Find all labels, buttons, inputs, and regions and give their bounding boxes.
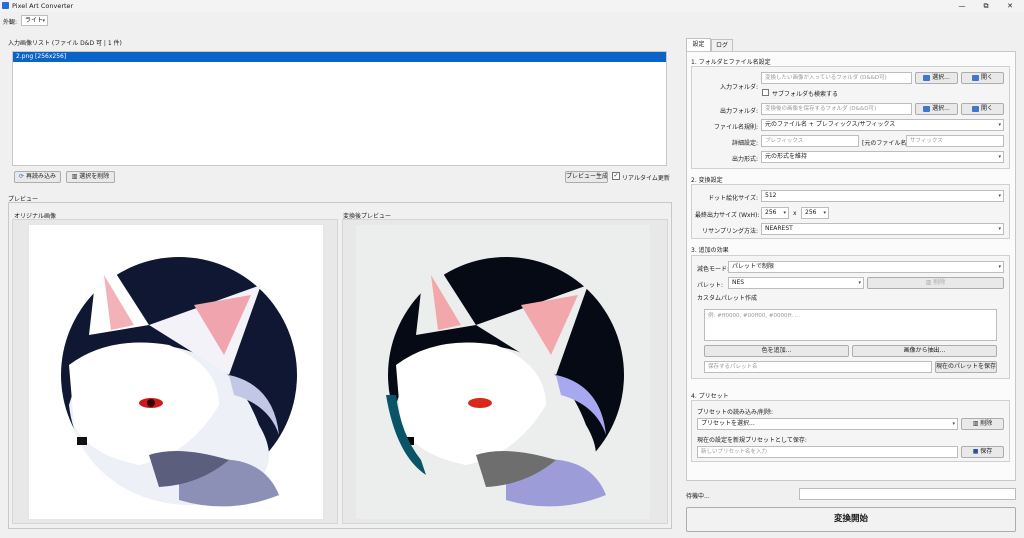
suffix-input[interactable]: サフィックス — [906, 135, 1004, 147]
preset-save-button[interactable]: ■ 保存 — [961, 446, 1004, 458]
dot-size-label: ドット絵化サイズ: — [708, 195, 758, 202]
status-text: 待機中... — [686, 493, 710, 500]
input-list[interactable]: 2.png [256x256] — [12, 51, 667, 166]
resample-label: リサンプリング方法: — [702, 228, 758, 235]
folder-icon — [923, 74, 931, 81]
preset-name-input[interactable]: 新しいプリセット名を入力 — [697, 446, 958, 458]
output-select-button[interactable]: 選択... — [915, 103, 958, 115]
subfolder-label: サブフォルダも検索する — [772, 91, 839, 98]
final-size-label: 最終出力サイズ (WxH): — [695, 212, 760, 219]
format-label: 出力形式: — [731, 156, 758, 163]
realtime-checkbox[interactable]: ✓ — [612, 172, 620, 180]
palette-select[interactable]: NES ▾ — [728, 277, 864, 289]
folder-icon — [923, 105, 931, 112]
presets-section-title: 4. プリセット — [691, 393, 729, 400]
preset-delete-button[interactable]: ▥ 削除 — [961, 418, 1004, 430]
palette-delete-button[interactable]: ▥ 削除 — [867, 277, 1004, 289]
preset-load-label: プリセットの読み込み/削除: — [697, 409, 774, 416]
width-select[interactable]: 256 ▾ — [761, 207, 789, 219]
input-open-button[interactable]: 開く — [961, 72, 1004, 84]
height-select[interactable]: 256 ▾ — [801, 207, 829, 219]
app-icon — [2, 2, 9, 9]
format-select[interactable]: 元の形式を維持 ▾ — [761, 151, 1004, 163]
reload-icon: ⟳ — [19, 173, 25, 180]
size-separator: x — [793, 210, 797, 217]
tab-log[interactable]: ログ — [711, 39, 733, 51]
original-image — [29, 225, 323, 519]
convert-section-title: 2. 変換設定 — [691, 177, 723, 184]
output-folder-field[interactable]: 変換後の画像を保存するフォルダ (D&&D可) — [761, 103, 912, 115]
custom-palette-input[interactable]: 例: #ff0000, #00ff00, #0000ff, ... — [704, 309, 997, 341]
input-list-title: 入力画像リスト (ファイル D&D 可 | 1 件) — [8, 40, 122, 47]
minimize-button[interactable]: — — [954, 1, 970, 11]
folder-section-title: 1. フォルダとファイル名設定 — [691, 59, 771, 66]
effects-section-title: 3. 追加の効果 — [691, 247, 729, 254]
input-select-button[interactable]: 選択... — [915, 72, 958, 84]
folder-open-icon — [971, 74, 979, 81]
reload-button[interactable]: ⟳ 再読み込み — [14, 171, 61, 183]
remove-selected-button[interactable]: ▥ 選択を削除 — [66, 171, 115, 183]
trash-icon: ▥ — [925, 279, 932, 286]
prefix-input[interactable]: プレフィックス — [761, 135, 859, 147]
trash-icon: ▥ — [71, 173, 78, 180]
preview-button[interactable]: プレビュー生成 — [565, 171, 608, 183]
tab-settings[interactable]: 設定 — [686, 38, 711, 51]
input-folder-field[interactable]: 変換したい画像が入っているフォルダ (D&&D可) — [761, 72, 912, 84]
detail-label: 詳細設定: — [731, 140, 758, 147]
save-icon: ■ — [972, 448, 979, 455]
preset-select[interactable]: プリセットを選択... ▾ — [697, 418, 958, 430]
mode-select[interactable]: パレットで制限 ▾ — [728, 261, 1004, 273]
naming-label: ファイル名規則: — [713, 124, 758, 131]
mode-label: 減色モード: — [697, 266, 730, 273]
window-title: Pixel Art Converter — [12, 2, 74, 10]
title-bar: Pixel Art Converter — ⧉ ✕ — [0, 0, 1024, 12]
converted-image — [356, 225, 650, 519]
dot-size-select[interactable]: 512 ▾ — [761, 190, 1004, 202]
output-folder-label: 出力フォルダ: — [719, 108, 758, 115]
extract-button[interactable]: 画像から抽出... — [852, 345, 997, 357]
resample-select[interactable]: NEAREST ▾ — [761, 223, 1004, 235]
palette-name-input[interactable]: 保存するパレット名 — [704, 361, 932, 373]
preset-save-label: 現在の設定を新規プリセットとして保存: — [697, 437, 807, 444]
close-button[interactable]: ✕ — [1002, 1, 1018, 11]
filename-middle-label: [元のファイル名] — [862, 140, 909, 147]
theme-label: 外観: — [3, 19, 18, 26]
naming-select[interactable]: 元のファイル名 + プレフィックス/サフィックス ▾ — [761, 119, 1004, 131]
list-item[interactable]: 2.png [256x256] — [13, 52, 666, 62]
custom-palette-label: カスタムパレット作成 — [697, 295, 758, 302]
maximize-button[interactable]: ⧉ — [978, 1, 994, 11]
folder-open-icon — [971, 105, 979, 112]
trash-icon: ▥ — [972, 420, 979, 427]
subfolder-checkbox[interactable] — [762, 89, 769, 96]
start-convert-button[interactable]: 変換開始 — [686, 507, 1016, 532]
input-folder-label: 入力フォルダ: — [719, 84, 758, 91]
palette-label: パレット: — [697, 282, 724, 289]
realtime-label: リアルタイム更新 — [622, 175, 670, 182]
theme-select[interactable]: ライト ▾ — [21, 15, 48, 26]
progress-bar — [799, 488, 1016, 500]
add-color-button[interactable]: 色を追加... — [704, 345, 849, 357]
output-open-button[interactable]: 開く — [961, 103, 1004, 115]
save-palette-button[interactable]: 現在のパレットを保存 — [935, 361, 997, 373]
